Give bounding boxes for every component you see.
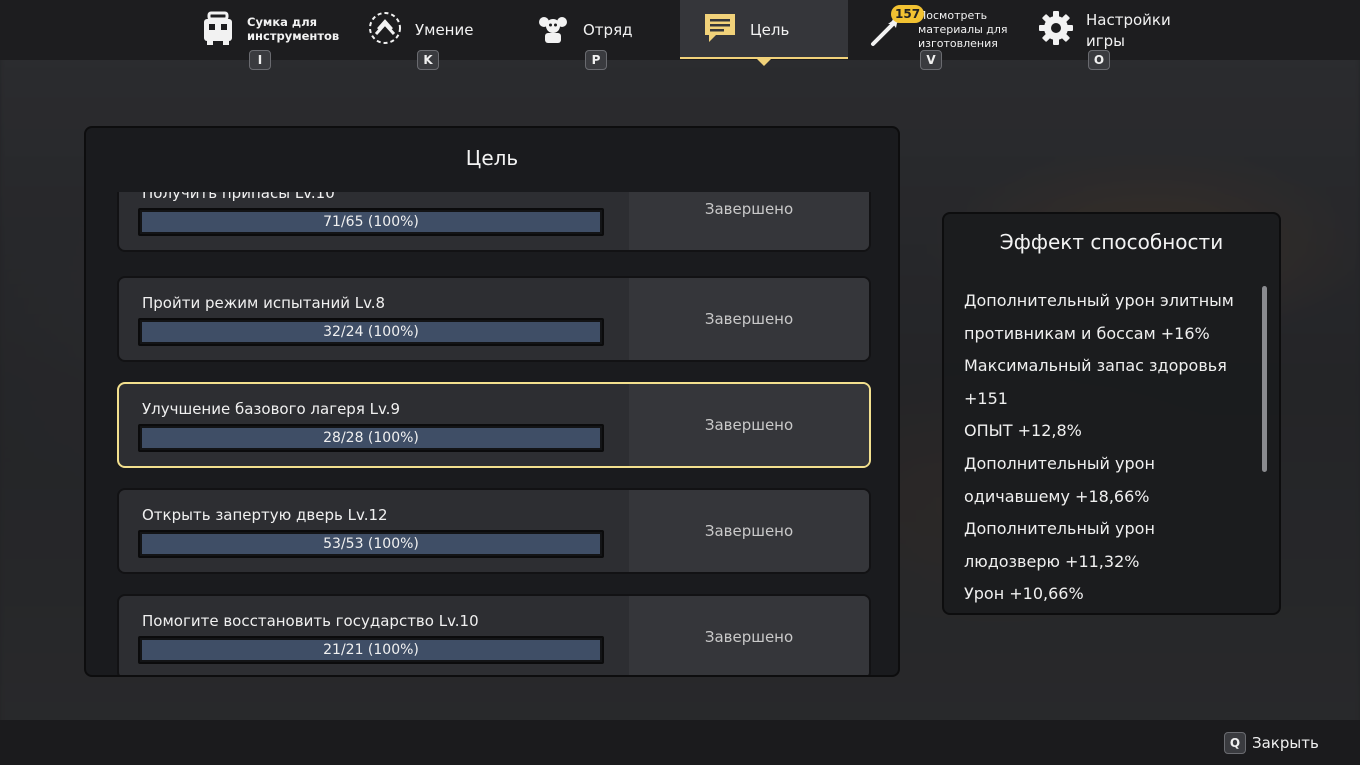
goal-panel-title: Цель xyxy=(465,146,519,170)
effect-line: ОПЫТ +12,8% xyxy=(964,421,1082,441)
goal-status: Завершено xyxy=(704,522,794,540)
goal-name: Помогите восстановить государство Lv.10 xyxy=(142,612,479,630)
effect-line: Дополнительный урон xyxy=(964,453,1155,473)
goal-name: Пройти режим испытаний Lv.8 xyxy=(142,294,386,312)
goal-status: Завершено xyxy=(704,628,794,646)
tab-skill-label: Умение xyxy=(415,21,474,39)
tab-goal-label: Цель xyxy=(750,21,790,39)
goal-list[interactable]: Получить припасы Lv.10 71/65 (100%) Заве… xyxy=(86,192,898,675)
effect-line: одичавшему +18,66% xyxy=(964,486,1150,506)
effect-line: людозверю +11,32% xyxy=(964,551,1140,571)
tab-toolbag-label: Сумка для инструментов xyxy=(247,15,340,43)
goal-item[interactable]: Пройти режим испытаний Lv.8 32/24 (100%)… xyxy=(117,276,871,362)
close-label: Закрыть xyxy=(1252,734,1319,752)
speech-list-icon xyxy=(702,10,738,46)
effect-line: Урон +10,66% xyxy=(964,584,1084,604)
tab-skill[interactable]: Умение K xyxy=(366,0,496,70)
tab-squad-key: P xyxy=(585,50,607,70)
goal-progress-text: 53/53 (100%) xyxy=(323,536,419,552)
goal-progress-bar: 21/21 (100%) xyxy=(138,636,604,664)
goal-progress-text: 71/65 (100%) xyxy=(323,214,419,230)
effect-line: Дополнительный урон xyxy=(964,519,1155,539)
top-nav: Сумка для инструментов I Умение K Отряд … xyxy=(0,0,1360,70)
bottom-bar xyxy=(0,720,1360,765)
goal-status: Завершено xyxy=(704,416,794,434)
goal-progress-bar: 53/53 (100%) xyxy=(138,530,604,558)
goal-name: Получить припасы Lv.10 xyxy=(142,192,335,202)
goal-progress-text: 32/24 (100%) xyxy=(323,324,419,340)
goal-item[interactable]: Получить припасы Lv.10 71/65 (100%) Заве… xyxy=(117,192,871,252)
ability-effect-panel: Эффект способности Дополнительный урон э… xyxy=(942,212,1281,615)
goal-name: Открыть запертую дверь Lv.12 xyxy=(142,506,388,524)
effect-scrollbar[interactable] xyxy=(1262,286,1267,472)
ability-effect-title: Эффект способности xyxy=(999,230,1224,254)
goal-progress-text: 21/21 (100%) xyxy=(323,642,419,658)
effect-line: Дополнительный урон элитным xyxy=(964,291,1234,310)
ability-effect-list[interactable]: Дополнительный урон элитным противникам … xyxy=(964,285,1264,611)
tab-goal[interactable]: Цель xyxy=(700,0,830,60)
goal-progress-bar: 28/28 (100%) xyxy=(138,424,604,452)
effect-line: +151 xyxy=(964,388,1008,408)
crafting-count-badge: 157 xyxy=(891,5,925,23)
tab-crafting-key: V xyxy=(920,50,942,70)
goal-item-selected[interactable]: Улучшение базового лагеря Lv.9 28/28 (10… xyxy=(117,382,871,468)
close-key: Q xyxy=(1224,732,1246,754)
tab-squad-label: Отряд xyxy=(583,21,633,39)
close-button[interactable]: Q Закрыть xyxy=(1224,732,1319,754)
tab-crafting-materials[interactable]: Посмотреть материалы для изготовления V xyxy=(868,0,1008,70)
tab-crafting-label: Посмотреть материалы для изготовления xyxy=(918,9,1008,50)
tab-settings-label: Настройки игры xyxy=(1086,11,1171,50)
squad-icon xyxy=(535,10,571,46)
tab-settings[interactable]: Настройки игры O xyxy=(1036,0,1186,70)
goal-status: Завершено xyxy=(704,310,794,328)
goal-item[interactable]: Помогите восстановить государство Lv.10 … xyxy=(117,594,871,675)
goal-name: Улучшение базового лагеря Lv.9 xyxy=(142,400,400,418)
goal-item[interactable]: Открыть запертую дверь Lv.12 53/53 (100%… xyxy=(117,488,871,574)
goal-status: Завершено xyxy=(704,200,794,218)
tab-squad[interactable]: Отряд P xyxy=(534,0,664,70)
goal-panel: Цель Получить припасы Lv.10 71/65 (100%)… xyxy=(84,126,900,677)
goal-progress-text: 28/28 (100%) xyxy=(323,430,419,446)
effect-line: противникам и боссам +16% xyxy=(964,323,1210,343)
effect-line: Максимальный запас здоровья xyxy=(964,356,1227,376)
laurel-chevron-icon xyxy=(367,10,403,46)
tab-toolbag[interactable]: Сумка для инструментов I xyxy=(198,0,348,70)
goal-progress-bar: 71/65 (100%) xyxy=(138,208,604,236)
gear-icon xyxy=(1038,10,1074,46)
goal-progress-bar: 32/24 (100%) xyxy=(138,318,604,346)
toolbag-icon xyxy=(200,10,236,46)
tab-settings-key: O xyxy=(1088,50,1110,70)
tab-toolbag-key: I xyxy=(249,50,271,70)
tab-skill-key: K xyxy=(417,50,439,70)
